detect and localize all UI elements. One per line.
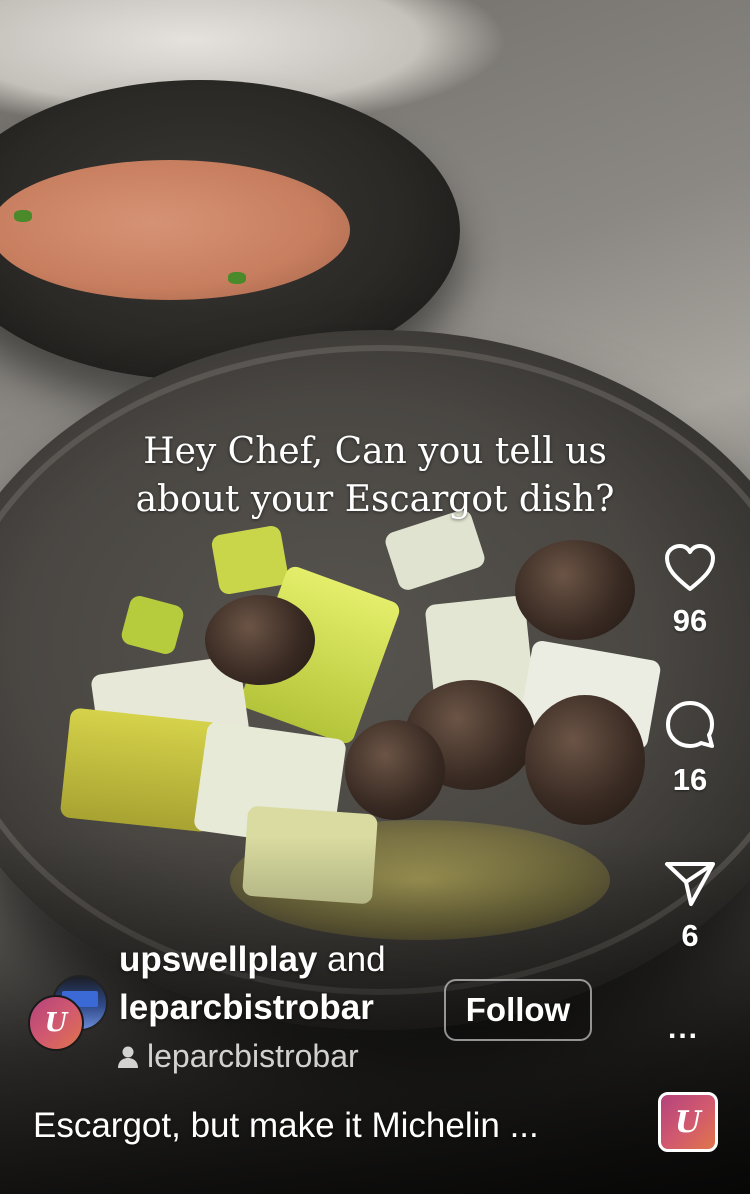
author-names[interactable]: upswellplay and leparcbistrobar — [119, 936, 386, 1032]
overlay-line-2: about your Escargot dish? — [135, 479, 615, 520]
tagged-user[interactable]: leparcbistrobar — [117, 1038, 359, 1075]
follow-button[interactable]: Follow — [444, 979, 592, 1041]
avatar-leparcbistrobar: U — [28, 995, 84, 1051]
and-connector: and — [327, 940, 386, 979]
like-button[interactable]: 96 — [660, 543, 720, 639]
username-1[interactable]: upswellplay — [119, 940, 317, 979]
overlay-line-1: Hey Chef, Can you tell us — [143, 431, 607, 472]
like-count: 96 — [672, 603, 708, 638]
reel-viewer[interactable]: Hey Chef, Can you tell us about your Esc… — [0, 0, 750, 1194]
more-dots-icon[interactable]: ... — [668, 1012, 699, 1046]
paper-plane-icon — [665, 862, 715, 906]
share-button[interactable]: 6 — [660, 858, 720, 954]
heart-icon — [665, 544, 715, 591]
comment-count: 16 — [672, 762, 708, 797]
tagged-username: leparcbistrobar — [147, 1038, 359, 1074]
video-text-overlay: Hey Chef, Can you tell us about your Esc… — [40, 428, 710, 524]
collab-avatars[interactable]: U — [28, 975, 108, 1051]
share-count: 6 — [681, 918, 699, 953]
comment-bubble-icon — [666, 701, 714, 748]
avatar-letter: U — [44, 1008, 68, 1038]
audio-letter: U — [674, 1104, 702, 1140]
username-2[interactable]: leparcbistrobar — [119, 988, 374, 1027]
audio-track-thumbnail[interactable]: U — [658, 1092, 718, 1152]
person-icon — [118, 1046, 138, 1068]
post-caption[interactable]: Escargot, but make it Michelin ... — [33, 1106, 539, 1146]
comment-button[interactable]: 16 — [660, 698, 720, 798]
